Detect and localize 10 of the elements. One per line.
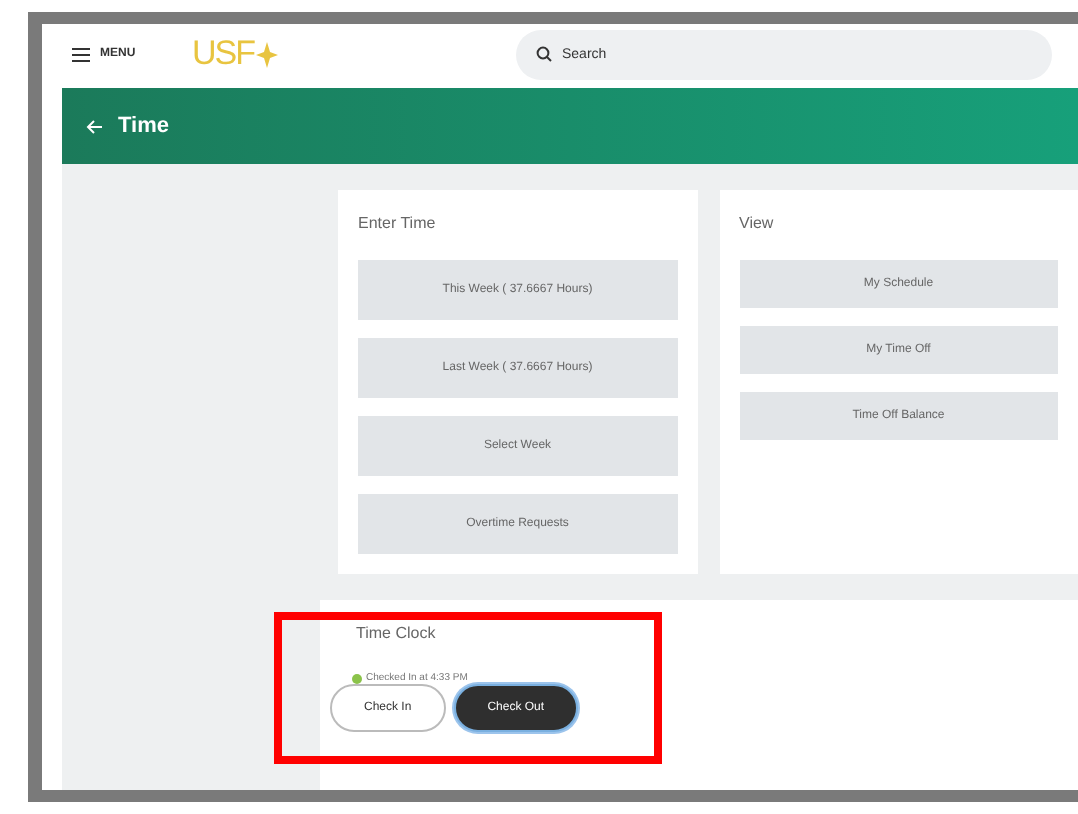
menu-icon [72,47,90,61]
back-arrow-icon[interactable] [86,119,102,133]
status-dot-icon [352,673,362,683]
card-title: View [739,214,776,232]
page-title: Time [118,114,169,138]
card-title: Enter Time [358,214,438,232]
logo: USF [192,34,278,74]
card-title: Time Clock [356,624,438,642]
search-icon [536,46,552,62]
star-icon [256,41,278,67]
